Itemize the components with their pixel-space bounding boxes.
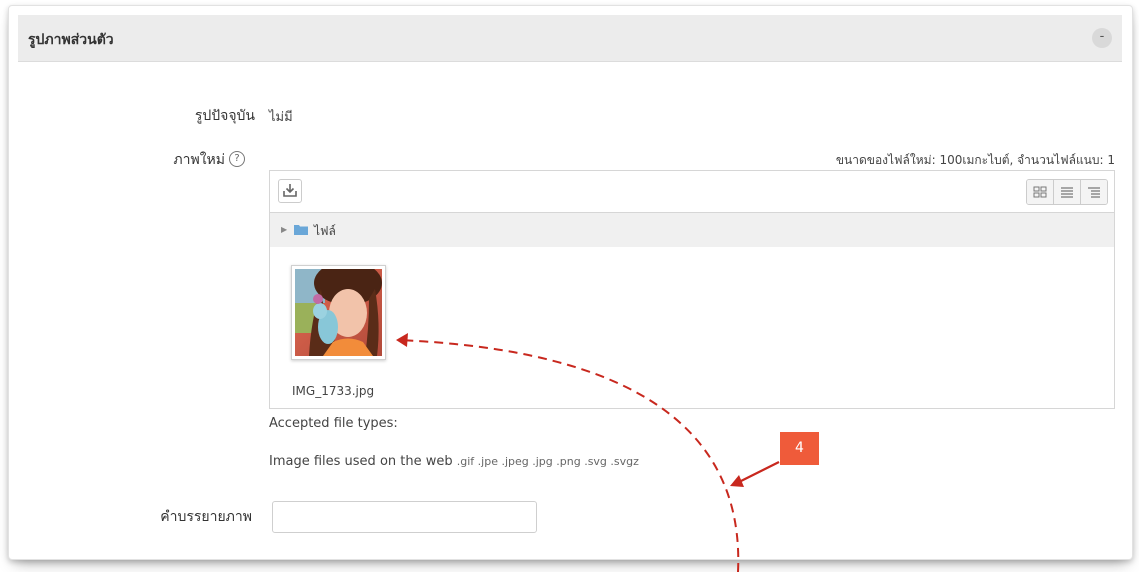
dashed-arrow-path bbox=[397, 339, 740, 572]
arrowhead-icon bbox=[396, 333, 408, 347]
step-badge: 4 bbox=[780, 432, 819, 465]
badge-pointer-line bbox=[738, 461, 780, 483]
annotation-arrows bbox=[396, 333, 780, 572]
